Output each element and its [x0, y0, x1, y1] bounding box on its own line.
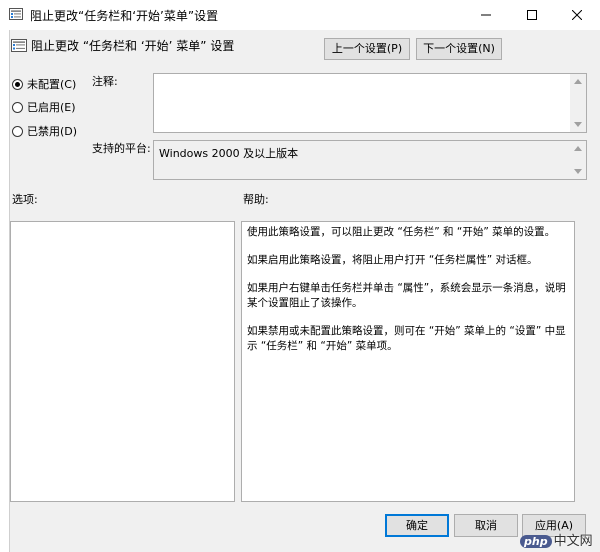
help-paragraph: 如果用户右键单击任务栏并单击 “属性”，系统会显示一条消息，说明某个设置阻止了该… — [247, 282, 566, 309]
radio-circle[interactable] — [12, 125, 23, 137]
watermark: php 中文网 — [520, 530, 593, 549]
radio-label: 未配置(C) — [27, 78, 77, 91]
help-paragraph: 使用此策略设置，可以阻止更改 “任务栏” 和 “开始” 菜单的设置。 — [247, 226, 556, 238]
comment-textarea[interactable] — [153, 73, 587, 133]
minimize-icon — [481, 14, 491, 15]
scroll-down-icon[interactable] — [574, 169, 582, 174]
supported-platforms-box: Windows 2000 及以上版本 — [153, 140, 587, 180]
close-button[interactable] — [554, 0, 600, 30]
help-label: 帮助: — [243, 193, 269, 206]
next-setting-button[interactable]: 下一个设置(N) — [416, 38, 502, 60]
radio-enabled[interactable]: 已启用(E) — [12, 98, 76, 116]
previous-setting-button[interactable]: 上一个设置(P) — [324, 38, 410, 60]
cancel-button[interactable]: 取消 — [454, 514, 518, 537]
radio-circle[interactable] — [12, 101, 23, 113]
radio-label: 已启用(E) — [27, 101, 76, 114]
background-window-edge — [0, 30, 10, 552]
radio-circle[interactable] — [12, 78, 23, 90]
radio-label: 已禁用(D) — [27, 125, 78, 138]
maximize-button[interactable] — [509, 0, 555, 30]
options-label: 选项: — [12, 193, 38, 206]
radio-disabled[interactable]: 已禁用(D) — [12, 122, 77, 140]
maximize-icon — [527, 9, 537, 20]
supported-platforms-value: Windows 2000 及以上版本 — [159, 147, 299, 160]
watermark-text: 中文网 — [553, 534, 593, 549]
help-paragraph: 如果启用此策略设置，将阻止用户打开 “任务栏属性” 对话框。 — [247, 254, 538, 266]
watermark-logo: php — [520, 535, 552, 548]
window-title: 阻止更改“任务栏和‘开始’菜单”设置 — [30, 9, 219, 23]
options-panel[interactable] — [10, 221, 235, 502]
close-icon — [571, 9, 583, 20]
help-paragraph: 如果禁用或未配置此策略设置，则可在 “开始” 菜单上的 “设置” 中显示 “任务… — [247, 325, 566, 352]
policy-settings-icon — [11, 39, 27, 52]
supported-platforms-label: 支持的平台: — [92, 142, 151, 155]
help-panel[interactable]: 使用此策略设置，可以阻止更改 “任务栏” 和 “开始” 菜单的设置。 如果启用此… — [241, 221, 575, 502]
radio-not-configured[interactable]: 未配置(C) — [12, 75, 76, 93]
policy-settings-icon — [9, 8, 23, 20]
comment-label: 注释: — [92, 75, 118, 88]
scroll-up-icon[interactable] — [574, 146, 582, 151]
supported-scrollbar[interactable] — [570, 141, 586, 179]
ok-button[interactable]: 确定 — [385, 514, 449, 537]
scroll-down-icon[interactable] — [574, 122, 582, 127]
comment-scrollbar[interactable] — [570, 74, 586, 132]
scroll-up-icon[interactable] — [574, 79, 582, 84]
help-text: 使用此策略设置，可以阻止更改 “任务栏” 和 “开始” 菜单的设置。 如果启用此… — [242, 222, 574, 370]
policy-name: 阻止更改 “任务栏和 ‘开始’ 菜单” 设置 — [31, 39, 235, 53]
minimize-button[interactable] — [463, 0, 509, 30]
